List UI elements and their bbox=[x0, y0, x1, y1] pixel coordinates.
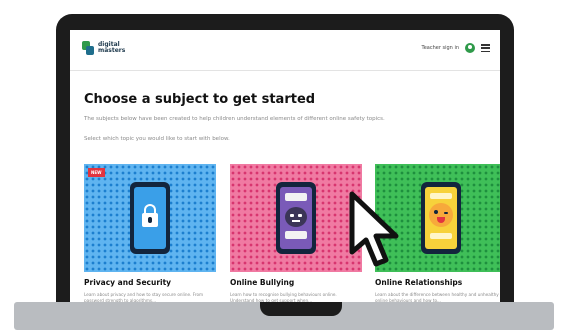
angry-face-phone-icon bbox=[276, 182, 316, 254]
subject-card-bullying[interactable]: Online Bullying Learn how to recognise b… bbox=[230, 164, 362, 310]
page-title: Choose a subject to get started bbox=[84, 92, 316, 107]
card-title[interactable]: Online Bullying bbox=[230, 278, 294, 287]
card-thumbnail[interactable]: NEW bbox=[84, 164, 216, 272]
intro-text: The subjects below have been created to … bbox=[84, 116, 385, 122]
laptop-notch bbox=[260, 302, 342, 316]
subject-card-privacy[interactable]: NEW Privacy and Security Learn about pri… bbox=[84, 164, 216, 310]
logo-text: digital masters bbox=[98, 42, 125, 54]
logo-mark-icon bbox=[82, 41, 94, 55]
hamburger-menu-icon[interactable] bbox=[481, 44, 490, 52]
laptop-screen: digital masters Teacher sign in Choose a… bbox=[70, 30, 500, 310]
card-title[interactable]: Online Relationships bbox=[375, 278, 462, 287]
laptop-base bbox=[14, 302, 554, 330]
teacher-signin-link[interactable]: Teacher sign in bbox=[422, 45, 459, 51]
winking-face-phone-icon bbox=[421, 182, 461, 254]
card-thumbnail[interactable] bbox=[230, 164, 362, 272]
user-area: Teacher sign in bbox=[422, 43, 490, 53]
card-title[interactable]: Privacy and Security bbox=[84, 278, 171, 287]
select-prompt-text: Select which topic you would like to sta… bbox=[84, 136, 230, 142]
app-header: digital masters Teacher sign in bbox=[70, 30, 500, 71]
mouse-cursor-icon bbox=[349, 191, 399, 267]
padlock-phone-icon bbox=[130, 182, 170, 254]
new-badge: NEW bbox=[88, 168, 105, 177]
user-account-icon[interactable] bbox=[465, 43, 475, 53]
logo-line-2: masters bbox=[98, 47, 126, 54]
brand-logo[interactable]: digital masters bbox=[82, 41, 125, 55]
